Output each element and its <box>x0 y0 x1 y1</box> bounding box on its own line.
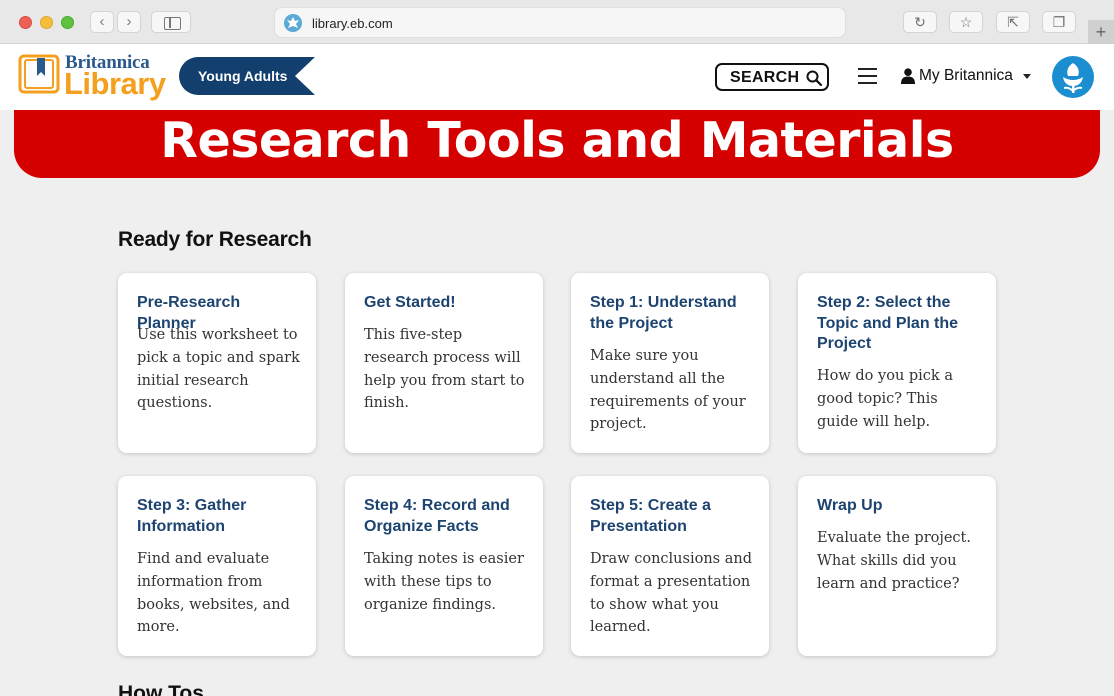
browser-toolbar: ‹ › library.eb.com ↻ ☆ ⇱ ❐ + <box>0 0 1114 44</box>
card-description: This five-step research process will hel… <box>364 327 525 412</box>
search-icon <box>806 70 822 86</box>
card-description: Use this worksheet to pick a topic and s… <box>137 327 300 412</box>
chevron-left-icon: ‹ <box>99 13 105 30</box>
card-pre-research-planner[interactable]: Pre-Research Planner Use this worksheet … <box>118 273 316 453</box>
close-window-button[interactable] <box>19 16 32 29</box>
card-description: Find and evaluate information from books… <box>137 551 290 636</box>
bookmark-button[interactable]: ☆ <box>949 11 983 33</box>
card-title[interactable]: Get Started! <box>364 293 530 314</box>
star-icon: ☆ <box>959 14 973 30</box>
address-bar[interactable]: library.eb.com <box>274 7 846 38</box>
search-button[interactable]: SEARCH <box>715 63 829 91</box>
site-favicon-icon <box>284 14 302 32</box>
user-icon <box>901 68 915 84</box>
book-logo-icon <box>18 54 60 94</box>
chevron-right-icon: › <box>126 13 132 30</box>
minimize-window-button[interactable] <box>40 16 53 29</box>
reload-button[interactable]: ↻ <box>903 11 937 33</box>
new-tab-button[interactable]: + <box>1088 20 1114 44</box>
hero-banner: Research Tools and Materials <box>14 110 1100 178</box>
forward-button[interactable]: › <box>117 11 141 33</box>
britannica-library-logo[interactable]: Britannica Library <box>18 52 168 102</box>
my-britannica-label: My Britannica <box>919 67 1013 84</box>
tab-overview-button[interactable]: ❐ <box>1042 11 1076 33</box>
card-description: How do you pick a good topic? This guide… <box>817 368 953 430</box>
logo-library-text: Library <box>64 66 166 101</box>
britannica-thistle-logo-icon[interactable] <box>1051 55 1095 99</box>
url-text: library.eb.com <box>312 16 393 31</box>
card-title[interactable]: Step 2: Select the Topic and Plan the Pr… <box>817 293 983 355</box>
search-label: SEARCH <box>730 69 800 86</box>
card-description: Draw conclusions and format a presentati… <box>590 551 752 636</box>
back-button[interactable]: ‹ <box>90 11 114 33</box>
plus-icon: + <box>1095 22 1107 42</box>
site-header: Britannica Library Young Adults SEARCH M… <box>0 44 1114 110</box>
share-button[interactable]: ⇱ <box>996 11 1030 33</box>
card-title[interactable]: Step 5: Create a Presentation <box>590 496 756 537</box>
young-adults-badge[interactable]: Young Adults <box>179 57 315 95</box>
card-title[interactable]: Step 1: Understand the Project <box>590 293 756 334</box>
card-get-started[interactable]: Get Started! This five-step research pro… <box>345 273 543 453</box>
page-title: Research Tools and Materials <box>160 112 954 169</box>
card-step-5[interactable]: Step 5: Create a Presentation Draw concl… <box>571 476 769 656</box>
badge-label: Young Adults <box>198 68 288 84</box>
card-step-4[interactable]: Step 4: Record and Organize Facts Taking… <box>345 476 543 656</box>
zoom-window-button[interactable] <box>61 16 74 29</box>
tabs-icon: ❐ <box>1052 14 1066 30</box>
sidebar-toggle-button[interactable] <box>151 11 191 33</box>
card-step-3[interactable]: Step 3: Gather Information Find and eval… <box>118 476 316 656</box>
hamburger-menu-icon[interactable] <box>858 68 877 84</box>
reload-icon: ↻ <box>914 14 926 30</box>
section-title: Ready for Research <box>118 228 312 251</box>
card-step-1[interactable]: Step 1: Understand the Project Make sure… <box>571 273 769 453</box>
card-title[interactable]: Step 4: Record and Organize Facts <box>364 496 530 537</box>
caret-down-icon <box>1023 74 1031 79</box>
card-description: Taking notes is easier with these tips t… <box>364 551 524 613</box>
next-section-title: How Tos <box>118 682 204 696</box>
card-title[interactable]: Step 3: Gather Information <box>137 496 303 537</box>
card-step-2[interactable]: Step 2: Select the Topic and Plan the Pr… <box>798 273 996 453</box>
share-icon: ⇱ <box>1007 14 1019 30</box>
card-description: Make sure you understand all the require… <box>590 348 746 433</box>
card-title[interactable]: Wrap Up <box>817 496 983 517</box>
card-wrap-up[interactable]: Wrap Up Evaluate the project. What skill… <box>798 476 996 656</box>
card-description: Evaluate the project. What skills did yo… <box>817 530 971 592</box>
